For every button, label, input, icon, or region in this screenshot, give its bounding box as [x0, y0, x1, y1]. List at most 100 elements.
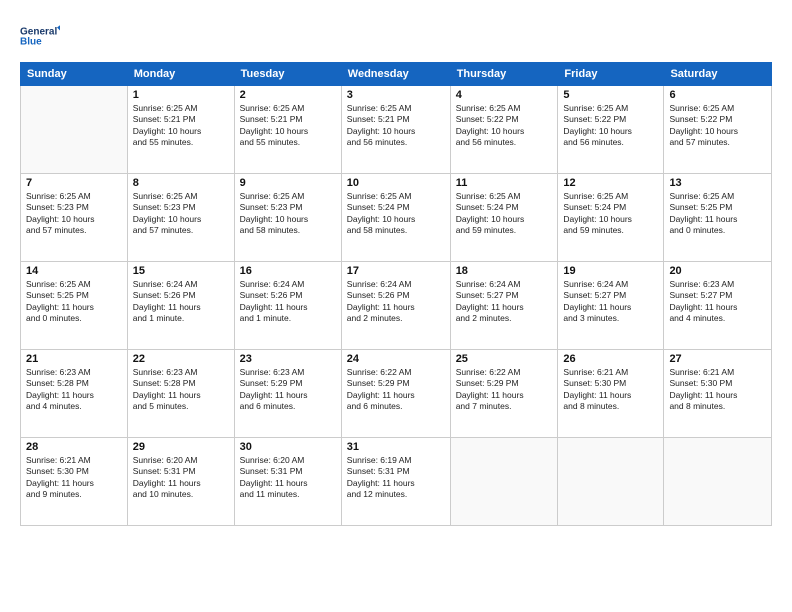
calendar-cell	[664, 438, 772, 526]
svg-text:Blue: Blue	[20, 37, 42, 48]
day-number: 13	[669, 177, 766, 189]
day-info: Sunrise: 6:19 AM Sunset: 5:31 PM Dayligh…	[347, 455, 445, 501]
day-number: 17	[347, 265, 445, 277]
calendar-cell: 31 Sunrise: 6:19 AM Sunset: 5:31 PM Dayli…	[341, 438, 450, 526]
day-number: 31	[347, 441, 445, 453]
day-number: 16	[240, 265, 336, 277]
calendar-cell: 19 Sunrise: 6:24 AM Sunset: 5:27 PM Dayli…	[558, 262, 664, 350]
day-info: Sunrise: 6:23 AM Sunset: 5:28 PM Dayligh…	[133, 367, 229, 413]
calendar-cell: 18 Sunrise: 6:24 AM Sunset: 5:27 PM Dayli…	[450, 262, 558, 350]
day-info: Sunrise: 6:25 AM Sunset: 5:22 PM Dayligh…	[669, 103, 766, 149]
day-info: Sunrise: 6:24 AM Sunset: 5:27 PM Dayligh…	[456, 279, 553, 325]
calendar-cell: 25Sunrise: 6:22 AM Sunset: 5:29 PM Dayli…	[450, 350, 558, 438]
calendar-cell: 12Sunrise: 6:25 AM Sunset: 5:24 PM Dayli…	[558, 174, 664, 262]
day-number: 24	[347, 353, 445, 365]
calendar-week-4: 21 Sunrise: 6:23 AM Sunset: 5:28 PM Dayli…	[21, 350, 772, 438]
day-info: Sunrise: 6:25 AM Sunset: 5:21 PM Dayligh…	[240, 103, 336, 149]
calendar-week-5: 28 Sunrise: 6:21 AM Sunset: 5:30 PM Dayli…	[21, 438, 772, 526]
header-monday: Monday	[127, 63, 234, 86]
calendar-cell: 7 Sunrise: 6:25 AM Sunset: 5:23 PM Daylig…	[21, 174, 128, 262]
day-info: Sunrise: 6:25 AM Sunset: 5:24 PM Dayligh…	[347, 191, 445, 237]
calendar-cell: 6 Sunrise: 6:25 AM Sunset: 5:22 PM Daylig…	[664, 86, 772, 174]
day-info: Sunrise: 6:21 AM Sunset: 5:30 PM Dayligh…	[563, 367, 658, 413]
calendar-cell: 9 Sunrise: 6:25 AM Sunset: 5:23 PM Daylig…	[234, 174, 341, 262]
calendar-cell: 11Sunrise: 6:25 AM Sunset: 5:24 PM Dayli…	[450, 174, 558, 262]
day-number: 14	[26, 265, 122, 277]
calendar-cell: 13Sunrise: 6:25 AM Sunset: 5:25 PM Dayli…	[664, 174, 772, 262]
calendar-cell: 10 Sunrise: 6:25 AM Sunset: 5:24 PM Dayli…	[341, 174, 450, 262]
calendar-cell	[450, 438, 558, 526]
day-info: Sunrise: 6:20 AM Sunset: 5:31 PM Dayligh…	[240, 455, 336, 501]
day-number: 20	[669, 265, 766, 277]
calendar-cell: 8 Sunrise: 6:25 AM Sunset: 5:23 PM Daylig…	[127, 174, 234, 262]
calendar-cell: 14 Sunrise: 6:25 AM Sunset: 5:25 PM Dayli…	[21, 262, 128, 350]
calendar-week-1: 1 Sunrise: 6:25 AM Sunset: 5:21 PM Daylig…	[21, 86, 772, 174]
day-info: Sunrise: 6:24 AM Sunset: 5:26 PM Dayligh…	[133, 279, 229, 325]
day-number: 21	[26, 353, 122, 365]
day-number: 6	[669, 89, 766, 101]
day-number: 1	[133, 89, 229, 101]
day-info: Sunrise: 6:23 AM Sunset: 5:27 PM Dayligh…	[669, 279, 766, 325]
day-number: 23	[240, 353, 336, 365]
day-number: 7	[26, 177, 122, 189]
day-number: 9	[240, 177, 336, 189]
calendar-cell: 20 Sunrise: 6:23 AM Sunset: 5:27 PM Dayli…	[664, 262, 772, 350]
day-number: 22	[133, 353, 229, 365]
day-info: Sunrise: 6:23 AM Sunset: 5:29 PM Dayligh…	[240, 367, 336, 413]
day-number: 2	[240, 89, 336, 101]
calendar-cell: 27 Sunrise: 6:21 AM Sunset: 5:30 PM Dayli…	[664, 350, 772, 438]
calendar-cell: 16 Sunrise: 6:24 AM Sunset: 5:26 PM Dayli…	[234, 262, 341, 350]
calendar-cell: 23 Sunrise: 6:23 AM Sunset: 5:29 PM Dayli…	[234, 350, 341, 438]
day-number: 3	[347, 89, 445, 101]
calendar-cell: 29Sunrise: 6:20 AM Sunset: 5:31 PM Dayli…	[127, 438, 234, 526]
day-info: Sunrise: 6:21 AM Sunset: 5:30 PM Dayligh…	[26, 455, 122, 501]
svg-text:General: General	[20, 27, 57, 38]
day-info: Sunrise: 6:22 AM Sunset: 5:29 PM Dayligh…	[456, 367, 553, 413]
day-info: Sunrise: 6:25 AM Sunset: 5:23 PM Dayligh…	[26, 191, 122, 237]
day-info: Sunrise: 6:24 AM Sunset: 5:27 PM Dayligh…	[563, 279, 658, 325]
day-number: 10	[347, 177, 445, 189]
day-number: 28	[26, 441, 122, 453]
day-info: Sunrise: 6:24 AM Sunset: 5:26 PM Dayligh…	[347, 279, 445, 325]
calendar-cell: 17 Sunrise: 6:24 AM Sunset: 5:26 PM Dayli…	[341, 262, 450, 350]
calendar-cell: 15Sunrise: 6:24 AM Sunset: 5:26 PM Dayli…	[127, 262, 234, 350]
calendar-cell: 22 Sunrise: 6:23 AM Sunset: 5:28 PM Dayli…	[127, 350, 234, 438]
header-saturday: Saturday	[664, 63, 772, 86]
calendar-cell: 1 Sunrise: 6:25 AM Sunset: 5:21 PM Daylig…	[127, 86, 234, 174]
day-number: 27	[669, 353, 766, 365]
calendar-cell: 2 Sunrise: 6:25 AM Sunset: 5:21 PM Daylig…	[234, 86, 341, 174]
calendar-cell: 5Sunrise: 6:25 AM Sunset: 5:22 PM Daylig…	[558, 86, 664, 174]
day-info: Sunrise: 6:25 AM Sunset: 5:22 PM Dayligh…	[563, 103, 658, 149]
calendar-cell: 4Sunrise: 6:25 AM Sunset: 5:22 PM Daylig…	[450, 86, 558, 174]
day-number: 8	[133, 177, 229, 189]
day-number: 19	[563, 265, 658, 277]
day-info: Sunrise: 6:24 AM Sunset: 5:26 PM Dayligh…	[240, 279, 336, 325]
calendar-cell	[558, 438, 664, 526]
header-sunday: Sunday	[21, 63, 128, 86]
calendar-cell: 21 Sunrise: 6:23 AM Sunset: 5:28 PM Dayli…	[21, 350, 128, 438]
day-info: Sunrise: 6:21 AM Sunset: 5:30 PM Dayligh…	[669, 367, 766, 413]
header-wednesday: Wednesday	[341, 63, 450, 86]
calendar-header-row: SundayMondayTuesdayWednesdayThursdayFrid…	[21, 63, 772, 86]
calendar-cell: 30 Sunrise: 6:20 AM Sunset: 5:31 PM Dayli…	[234, 438, 341, 526]
day-info: Sunrise: 6:25 AM Sunset: 5:23 PM Dayligh…	[240, 191, 336, 237]
header-friday: Friday	[558, 63, 664, 86]
day-info: Sunrise: 6:20 AM Sunset: 5:31 PM Dayligh…	[133, 455, 229, 501]
day-info: Sunrise: 6:25 AM Sunset: 5:25 PM Dayligh…	[26, 279, 122, 325]
calendar-cell: 26Sunrise: 6:21 AM Sunset: 5:30 PM Dayli…	[558, 350, 664, 438]
day-number: 12	[563, 177, 658, 189]
day-number: 30	[240, 441, 336, 453]
header-tuesday: Tuesday	[234, 63, 341, 86]
calendar-week-2: 7 Sunrise: 6:25 AM Sunset: 5:23 PM Daylig…	[21, 174, 772, 262]
calendar-cell: 3 Sunrise: 6:25 AM Sunset: 5:21 PM Daylig…	[341, 86, 450, 174]
calendar-cell: 24Sunrise: 6:22 AM Sunset: 5:29 PM Dayli…	[341, 350, 450, 438]
day-info: Sunrise: 6:25 AM Sunset: 5:23 PM Dayligh…	[133, 191, 229, 237]
day-number: 18	[456, 265, 553, 277]
day-info: Sunrise: 6:23 AM Sunset: 5:28 PM Dayligh…	[26, 367, 122, 413]
calendar: SundayMondayTuesdayWednesdayThursdayFrid…	[20, 62, 772, 526]
logo: General Blue	[20, 18, 60, 54]
day-info: Sunrise: 6:25 AM Sunset: 5:21 PM Dayligh…	[133, 103, 229, 149]
day-number: 11	[456, 177, 553, 189]
day-info: Sunrise: 6:25 AM Sunset: 5:22 PM Dayligh…	[456, 103, 553, 149]
day-info: Sunrise: 6:25 AM Sunset: 5:21 PM Dayligh…	[347, 103, 445, 149]
